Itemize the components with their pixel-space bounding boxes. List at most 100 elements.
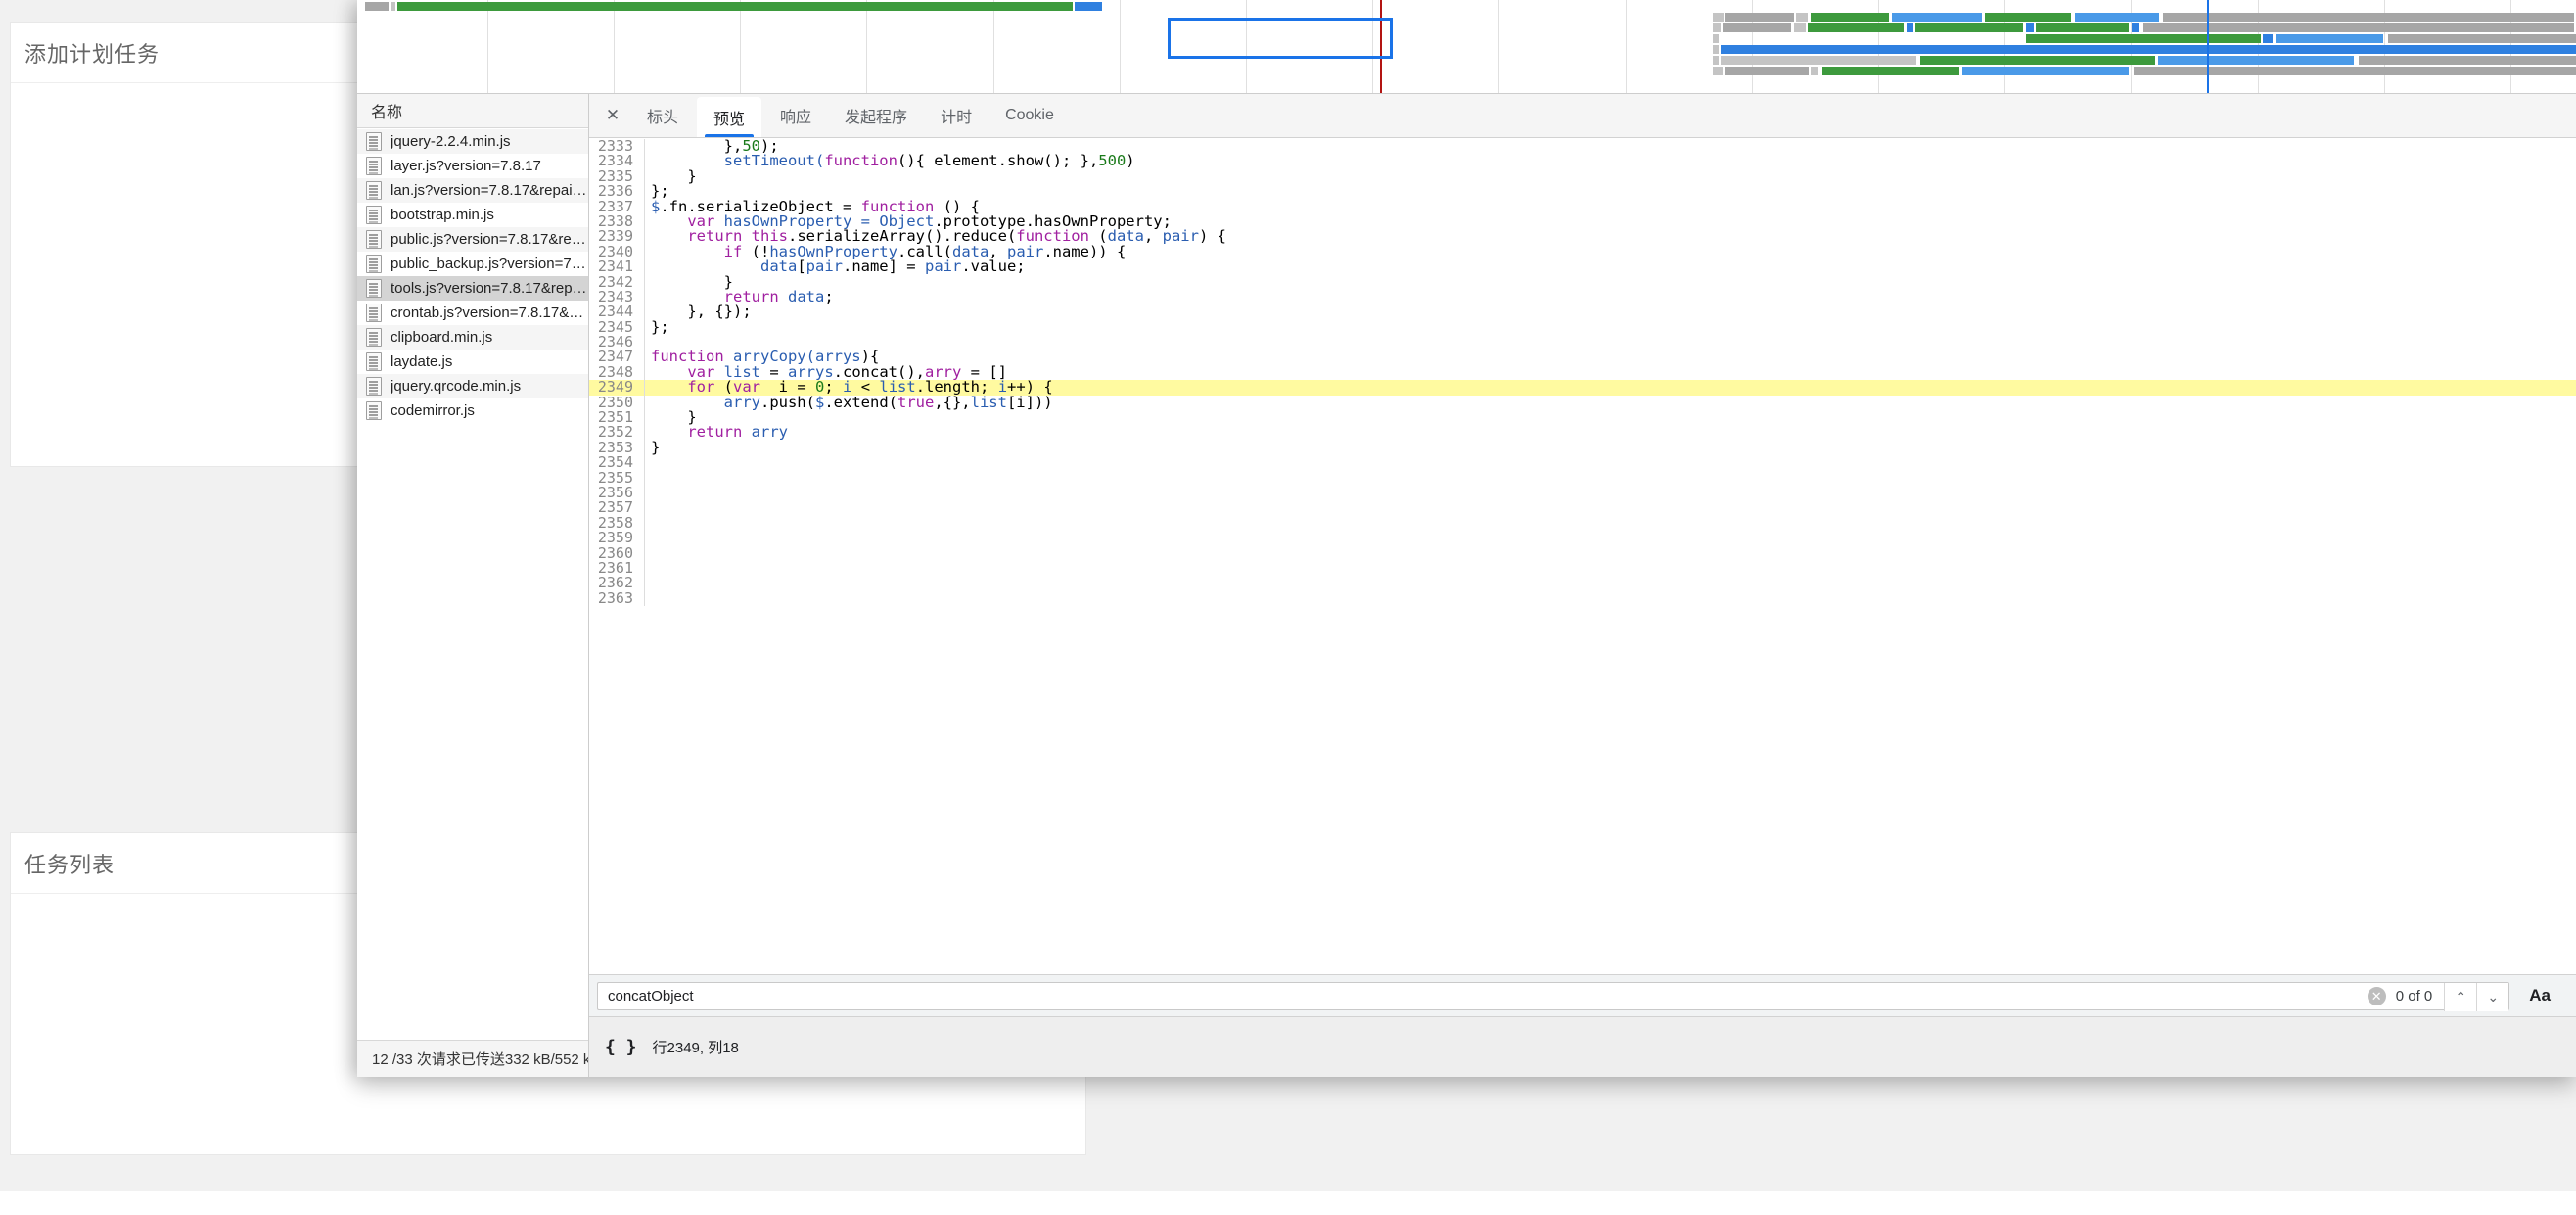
code-line: 2359 [589, 530, 2576, 546]
waterfall-segment [2075, 13, 2159, 22]
devtools-window: 名称 jquery-2.2.4.min.js layer.js?version=7… [357, 0, 2576, 1077]
search-next-button[interactable]: ⌄ [2476, 982, 2509, 1011]
code-line: 2354 [589, 454, 2576, 471]
code-line: 2345}; [589, 317, 2576, 336]
request-list-item[interactable]: tools.js?version=7.8.17&repa… [357, 276, 588, 301]
waterfall-segment [1723, 23, 1791, 32]
request-list-item[interactable]: lan.js?version=7.8.17&repair… [357, 178, 588, 203]
waterfall-segment [2388, 34, 2576, 43]
request-list-column-header[interactable]: 名称 [357, 94, 588, 128]
code-line-number: 2363 [589, 590, 645, 607]
code-line: 2357 [589, 499, 2576, 516]
code-line: 2361 [589, 560, 2576, 577]
request-list[interactable]: jquery-2.2.4.min.js layer.js?version=7.8.… [357, 129, 588, 1040]
overview-gridline [614, 0, 615, 93]
script-file-icon [366, 304, 382, 322]
network-overview-waterfall[interactable] [357, 0, 2576, 94]
request-list-item[interactable]: jquery-2.2.4.min.js [357, 129, 588, 154]
preview-code-viewer[interactable]: 2333 },50); 2334 setTimeout(function(){ e… [589, 139, 2576, 974]
request-list-item[interactable]: jquery.qrcode.min.js [357, 374, 588, 398]
request-name: jquery.qrcode.min.js [391, 378, 522, 395]
request-list-item[interactable]: public_backup.js?version=7.… [357, 252, 588, 276]
code-line: 2358 [589, 515, 2576, 532]
request-name: layer.js?version=7.8.17 [391, 158, 541, 174]
script-file-icon [366, 401, 382, 420]
match-case-button[interactable]: Aa [2509, 986, 2568, 1005]
request-list-item[interactable]: layer.js?version=7.8.17 [357, 154, 588, 178]
waterfall-segment [1811, 67, 1818, 75]
search-match-count: 0 of 0 [2395, 987, 2433, 1005]
waterfall-segment [397, 2, 1073, 11]
waterfall-segment [1713, 13, 1724, 22]
search-input[interactable]: concatObject [597, 981, 2362, 1010]
waterfall-segment [2026, 23, 2034, 32]
waterfall-segment [2163, 13, 2574, 22]
code-line: 2352 return arry [589, 425, 2576, 441]
code-line: 2341 data[pair.name] = pair.value; [589, 258, 2576, 275]
waterfall-segment [1808, 23, 1904, 32]
waterfall-segment [1725, 67, 1809, 75]
overview-gridline [866, 0, 867, 93]
code-line: 2363 [589, 590, 2576, 607]
waterfall-segment [1794, 23, 1806, 32]
request-name: bootstrap.min.js [391, 207, 494, 223]
tab-item-2[interactable]: 响应 [763, 94, 828, 137]
code-line: 2350 arry.push($.extend(true,{},list[i])… [589, 395, 2576, 411]
task-list-title: 任务列表 [24, 852, 115, 877]
request-name: clipboard.min.js [391, 329, 493, 346]
request-list-item[interactable]: clipboard.min.js [357, 325, 588, 350]
script-file-icon [366, 377, 382, 396]
overview-selection-box[interactable] [1168, 18, 1393, 59]
waterfall-segment [1075, 2, 1102, 11]
pretty-print-button[interactable]: { } [605, 1037, 637, 1057]
waterfall-segment [1713, 45, 1719, 54]
tab-item-3[interactable]: 发起程序 [828, 94, 924, 137]
status-transferred: 已传送332 kB/552 k [460, 1051, 588, 1068]
code-content: 2333 },50); 2334 setTimeout(function(){ e… [589, 139, 2576, 607]
waterfall-segment [2263, 34, 2273, 43]
script-file-icon [366, 352, 382, 371]
close-icon[interactable]: ✕ [595, 94, 630, 137]
tab-item-0[interactable]: 标头 [630, 94, 695, 137]
request-name: crontab.js?version=7.8.17&re… [391, 304, 588, 321]
tab-item-4[interactable]: 计时 [924, 94, 989, 137]
request-list-item[interactable]: crontab.js?version=7.8.17&re… [357, 301, 588, 325]
request-name: public.js?version=7.8.17&rep… [391, 231, 588, 248]
code-line: 2335 } [589, 168, 2576, 185]
waterfall-segment [1920, 56, 2155, 65]
code-line: 2356 [589, 485, 2576, 501]
search-bar: concatObject ✕ 0 of 0 ⌃ ⌄ Aa [589, 974, 2576, 1016]
waterfall-segment [1822, 67, 1959, 75]
search-prev-button[interactable]: ⌃ [2444, 982, 2477, 1011]
waterfall-segment [1713, 67, 1723, 75]
request-list-item[interactable]: codemirror.js [357, 398, 588, 423]
waterfall-segment [1721, 45, 2576, 54]
overview-gridline [487, 0, 488, 93]
overview-gridline [1626, 0, 1627, 93]
waterfall-segment [1713, 56, 1719, 65]
code-line: 2334 setTimeout(function(){ element.show… [589, 153, 2576, 169]
code-line-text: }; [651, 317, 669, 336]
page-title: 添加计划任务 [24, 41, 161, 67]
request-detail-panel: ✕ 标头 预览 响应 发起程序 计时 Cookie 2333 },50); 2334 set… [589, 94, 2576, 1077]
script-file-icon [366, 157, 382, 175]
request-name: laydate.js [391, 353, 453, 370]
code-line: 2355 [589, 470, 2576, 486]
request-list-item[interactable]: public.js?version=7.8.17&rep… [357, 227, 588, 252]
search-input-value: concatObject [608, 987, 694, 1005]
request-name: tools.js?version=7.8.17&repa… [391, 280, 588, 297]
waterfall-segment [2026, 34, 2261, 43]
clear-search-icon[interactable]: ✕ [2367, 986, 2386, 1005]
waterfall-segment [2036, 23, 2129, 32]
request-name: codemirror.js [391, 402, 475, 419]
script-file-icon [366, 181, 382, 200]
script-file-icon [366, 255, 382, 273]
request-list-item[interactable]: laydate.js [357, 350, 588, 374]
tab-item-5[interactable]: Cookie [989, 94, 1071, 137]
request-name: lan.js?version=7.8.17&repair… [391, 182, 588, 199]
tab-preview-active[interactable]: 预览 [697, 97, 762, 137]
request-list-item[interactable]: bootstrap.min.js [357, 203, 588, 227]
code-line: 2343 return data; [589, 289, 2576, 305]
script-file-icon [366, 279, 382, 298]
detail-tabbar: ✕ 标头 预览 响应 发起程序 计时 Cookie [589, 94, 2576, 138]
